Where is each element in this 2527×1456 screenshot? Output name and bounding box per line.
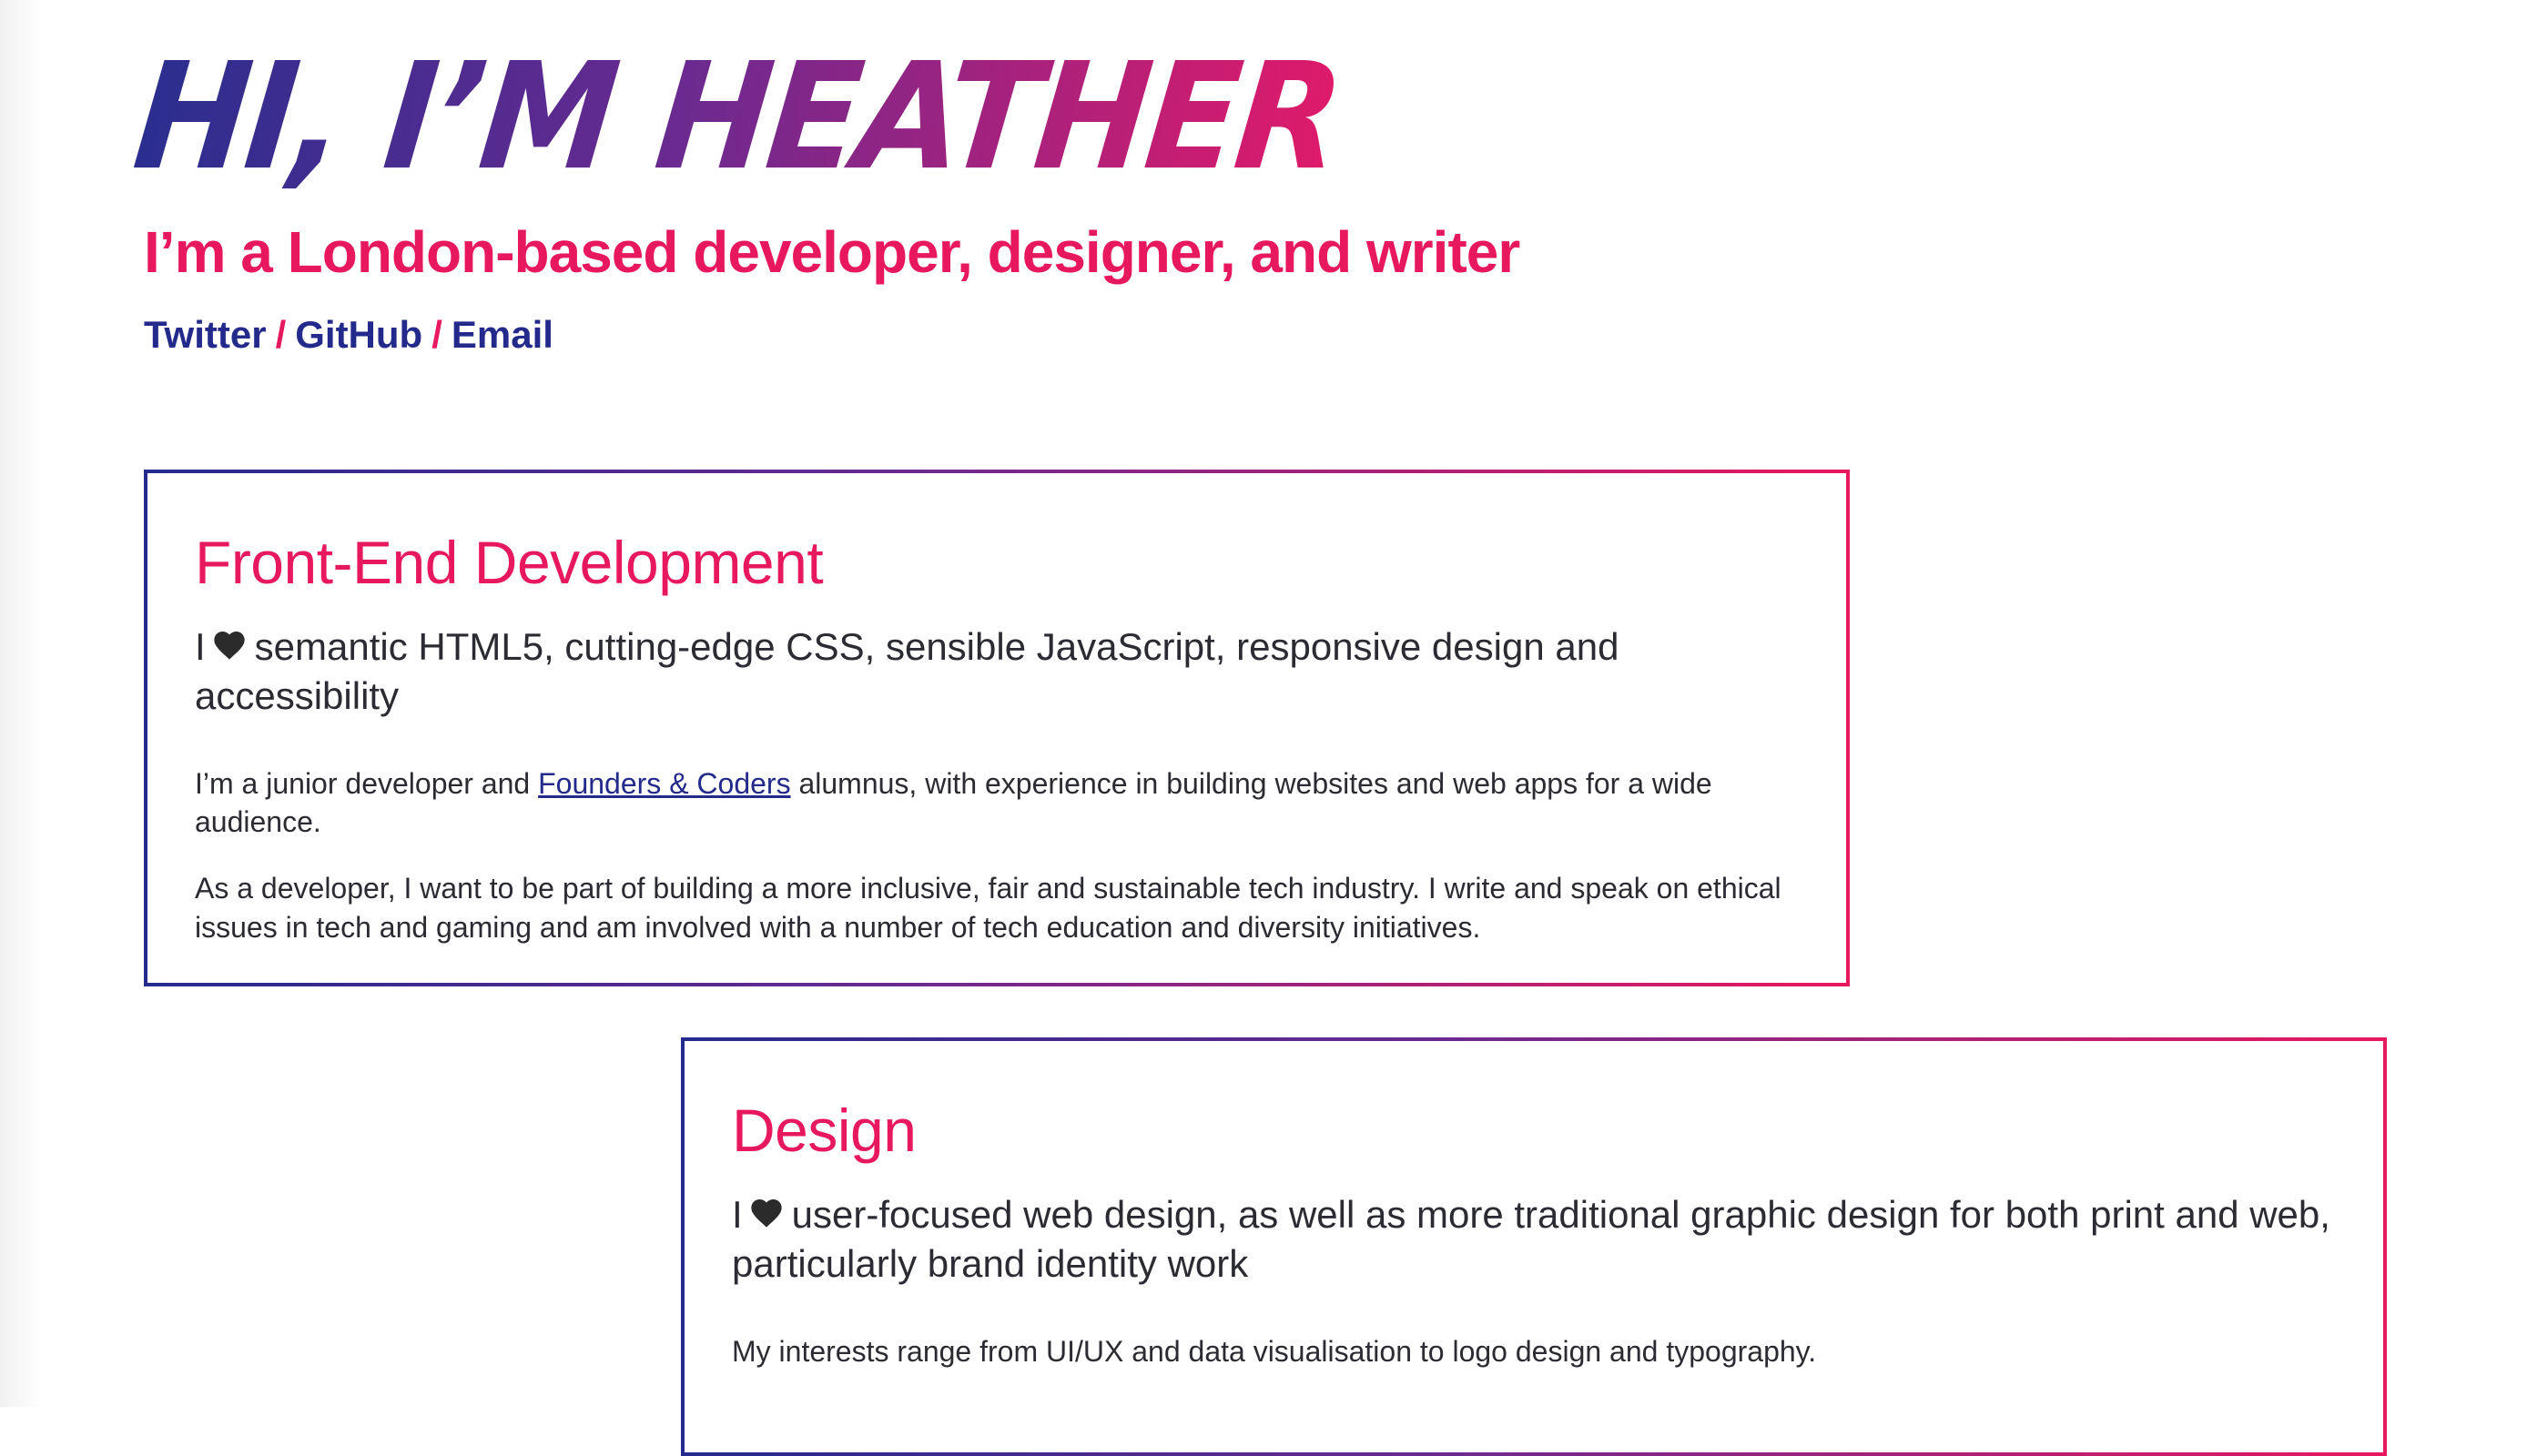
lead-text: semantic HTML5, cutting-edge CSS, sensib… bbox=[195, 625, 1619, 717]
section-design: Design Iuser-focused web design, as well… bbox=[681, 1037, 2387, 1456]
link-separator: / bbox=[431, 313, 442, 356]
section-paragraph: I’m a junior developer and Founders & Co… bbox=[195, 764, 1799, 843]
section-heading: Front-End Development bbox=[195, 529, 824, 596]
section-lead: Isemantic HTML5, cutting-edge CSS, sensi… bbox=[195, 622, 1799, 721]
link-separator: / bbox=[275, 313, 287, 356]
section-paragraph: As a developer, I want to be part of bui… bbox=[195, 872, 1781, 945]
lead-prefix: I bbox=[195, 625, 206, 668]
twitter-link[interactable]: Twitter bbox=[144, 313, 267, 356]
page-edge-shadow bbox=[0, 0, 44, 1407]
social-links: Twitter / GitHub / Email bbox=[144, 313, 553, 357]
section-paragraph: My interests range from UI/UX and data v… bbox=[732, 1334, 1817, 1368]
heart-icon bbox=[214, 632, 245, 660]
lead-text: user-focused web design, as well as more… bbox=[732, 1193, 2330, 1285]
section-lead: Iuser-focused web design, as well as mor… bbox=[732, 1190, 2336, 1289]
email-link[interactable]: Email bbox=[452, 313, 553, 356]
heart-icon bbox=[751, 1199, 782, 1228]
hero-tagline: I’m a London-based developer, designer, … bbox=[144, 219, 1520, 285]
founders-and-coders-link[interactable]: Founders & Coders bbox=[538, 767, 790, 800]
hero-title: Hi, I’m Heather bbox=[127, 32, 1347, 203]
github-link[interactable]: GitHub bbox=[295, 313, 422, 356]
section-heading: Design bbox=[732, 1097, 917, 1164]
paragraph-text: I’m a junior developer and bbox=[195, 766, 539, 800]
section-front-end-development: Front-End Development Isemantic HTML5, c… bbox=[144, 470, 1850, 986]
lead-prefix: I bbox=[732, 1193, 743, 1236]
